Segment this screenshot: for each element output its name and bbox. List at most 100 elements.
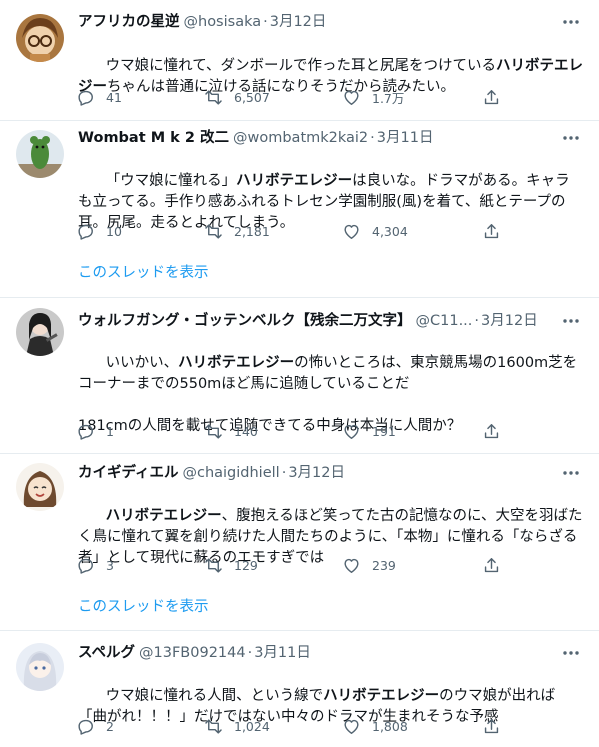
avatar[interactable] [16, 130, 64, 178]
avatar[interactable] [16, 463, 64, 511]
share-icon [484, 557, 499, 572]
tweet[interactable]: アフリカの星逆 @hosisaka · 3月12日 ウマ娘に憧れて、ダンボールで作った… [0, 0, 599, 120]
separator-dot: · [370, 130, 375, 146]
more-horizontal-icon [563, 136, 579, 140]
avatar[interactable] [16, 308, 64, 356]
reply-button[interactable]: 41 [76, 86, 122, 108]
retweet-icon [205, 557, 222, 573]
reply-button[interactable]: 3 [76, 554, 114, 576]
retweet-icon [205, 718, 222, 734]
reply-button[interactable]: 10 [76, 220, 122, 242]
tweet-actions: 2 1,024 1,808 [76, 715, 506, 737]
reply-icon [78, 90, 93, 106]
share-icon [484, 423, 499, 438]
show-thread-link[interactable]: このスレッドを表示 [78, 597, 209, 617]
tweet[interactable]: Wombat M k 2 改二 @wombatmk2kai2 · 3月11日 「ウマ娘… [0, 121, 599, 297]
heart-icon [344, 424, 359, 439]
tweet-date[interactable]: 3月11日 [377, 130, 434, 146]
retweet-count: 2,181 [234, 223, 270, 239]
tweet-text-highlight: ハリボテエレジー [236, 173, 353, 189]
tweet-text-highlight: ハリボテエレジー [323, 688, 440, 704]
share-button[interactable] [482, 220, 501, 242]
separator-dot: · [474, 313, 480, 329]
like-button[interactable]: 239 [342, 554, 396, 576]
avatar[interactable] [16, 14, 64, 62]
reply-count: 10 [106, 223, 122, 239]
avatar[interactable] [16, 643, 64, 691]
tweet-date[interactable]: 3月12日 [288, 465, 345, 481]
show-thread-link[interactable]: このスレッドを表示 [78, 263, 209, 283]
reply-count: 1 [106, 423, 114, 439]
reply-icon [78, 558, 93, 574]
reply-count: 2 [106, 718, 114, 734]
like-button[interactable]: 1.7万 [342, 86, 404, 108]
tweet-actions: 3 129 239 [76, 554, 506, 576]
tweet-text-segment: ウマ娘に憧れる人間、という線で [105, 688, 324, 704]
tweet-date[interactable]: 3月12日 [270, 14, 327, 30]
tweet-actions: 1 140 191 [76, 420, 506, 442]
tweet[interactable]: カイギディエル @chaigidhiell · 3月12日 ハリボテエレジー、腹抱える… [0, 454, 599, 630]
share-button[interactable] [482, 554, 501, 576]
retweet-button[interactable]: 140 [204, 420, 258, 442]
display-name[interactable]: スペルグ [78, 645, 135, 661]
retweet-button[interactable]: 2,181 [204, 220, 270, 242]
share-button[interactable] [482, 420, 501, 442]
display-name[interactable]: ウォルフガング・ゴッテンベルク【残余二万文字】 [78, 313, 412, 329]
more-options-button[interactable] [561, 643, 581, 663]
like-count: 1.7万 [372, 90, 405, 106]
display-name[interactable]: Wombat M k 2 改二 [78, 130, 229, 146]
like-count: 1,808 [372, 718, 408, 734]
like-count: 239 [372, 557, 396, 573]
reply-icon [78, 719, 93, 735]
like-button[interactable]: 1,808 [342, 715, 408, 737]
share-icon [484, 89, 499, 104]
more-options-button[interactable] [561, 311, 581, 331]
display-name[interactable]: アフリカの星逆 [78, 14, 180, 30]
retweet-count: 140 [234, 423, 258, 439]
like-count: 4,304 [372, 223, 408, 239]
retweet-icon [205, 89, 222, 105]
share-button[interactable] [482, 715, 501, 737]
reply-count: 3 [106, 557, 114, 573]
tweet-date[interactable]: 3月11日 [254, 645, 311, 661]
tweet-text-highlight: ハリボテエレジー [105, 508, 222, 524]
tweet-actions: 41 6,507 1.7万 [76, 86, 506, 108]
tweet-text-segment: ウマ娘に憧れて、ダンボールで作った耳と尻尾をつけている [105, 58, 496, 74]
heart-icon [344, 224, 359, 239]
more-options-button[interactable] [561, 128, 581, 148]
share-button[interactable] [482, 86, 501, 108]
tweet-text-segment: いいかい、 [105, 355, 179, 371]
retweet-button[interactable]: 129 [204, 554, 258, 576]
retweet-button[interactable]: 6,507 [204, 86, 270, 108]
retweet-icon [205, 423, 222, 439]
separator-dot: · [263, 14, 268, 30]
like-count: 191 [372, 423, 396, 439]
tweet[interactable]: スペルグ @13FB092144 · 3月11日 ウマ娘に憧れる人間、という線でハリボ… [0, 631, 599, 747]
reply-icon [78, 224, 93, 240]
retweet-button[interactable]: 1,024 [204, 715, 270, 737]
like-button[interactable]: 191 [342, 420, 396, 442]
tweet[interactable]: ウォルフガング・ゴッテンベルク【残余二万文字】 @C11... · 3月12日 いいか… [0, 298, 599, 453]
tweet-date[interactable]: 3月12日 [481, 313, 538, 329]
reply-button[interactable]: 1 [76, 420, 114, 442]
display-name[interactable]: カイギディエル [78, 465, 178, 481]
reply-button[interactable]: 2 [76, 715, 114, 737]
user-handle[interactable]: @wombatmk2kai2 [233, 130, 368, 146]
retweet-icon [205, 223, 222, 239]
more-options-button[interactable] [561, 12, 581, 32]
heart-icon [344, 90, 359, 105]
heart-icon [344, 719, 359, 734]
reply-icon [78, 424, 93, 440]
separator-dot: · [281, 465, 287, 481]
tweet-actions: 10 2,181 4,304 [76, 220, 506, 242]
share-icon [484, 718, 499, 733]
more-horizontal-icon [563, 471, 579, 475]
user-handle[interactable]: @chaigidhiell [182, 465, 279, 481]
like-button[interactable]: 4,304 [342, 220, 408, 242]
more-horizontal-icon [563, 20, 579, 24]
more-horizontal-icon [563, 651, 579, 655]
more-options-button[interactable] [561, 463, 581, 483]
user-handle[interactable]: @C11... [416, 313, 473, 329]
user-handle[interactable]: @13FB092144 [139, 645, 246, 661]
user-handle[interactable]: @hosisaka [184, 14, 262, 30]
